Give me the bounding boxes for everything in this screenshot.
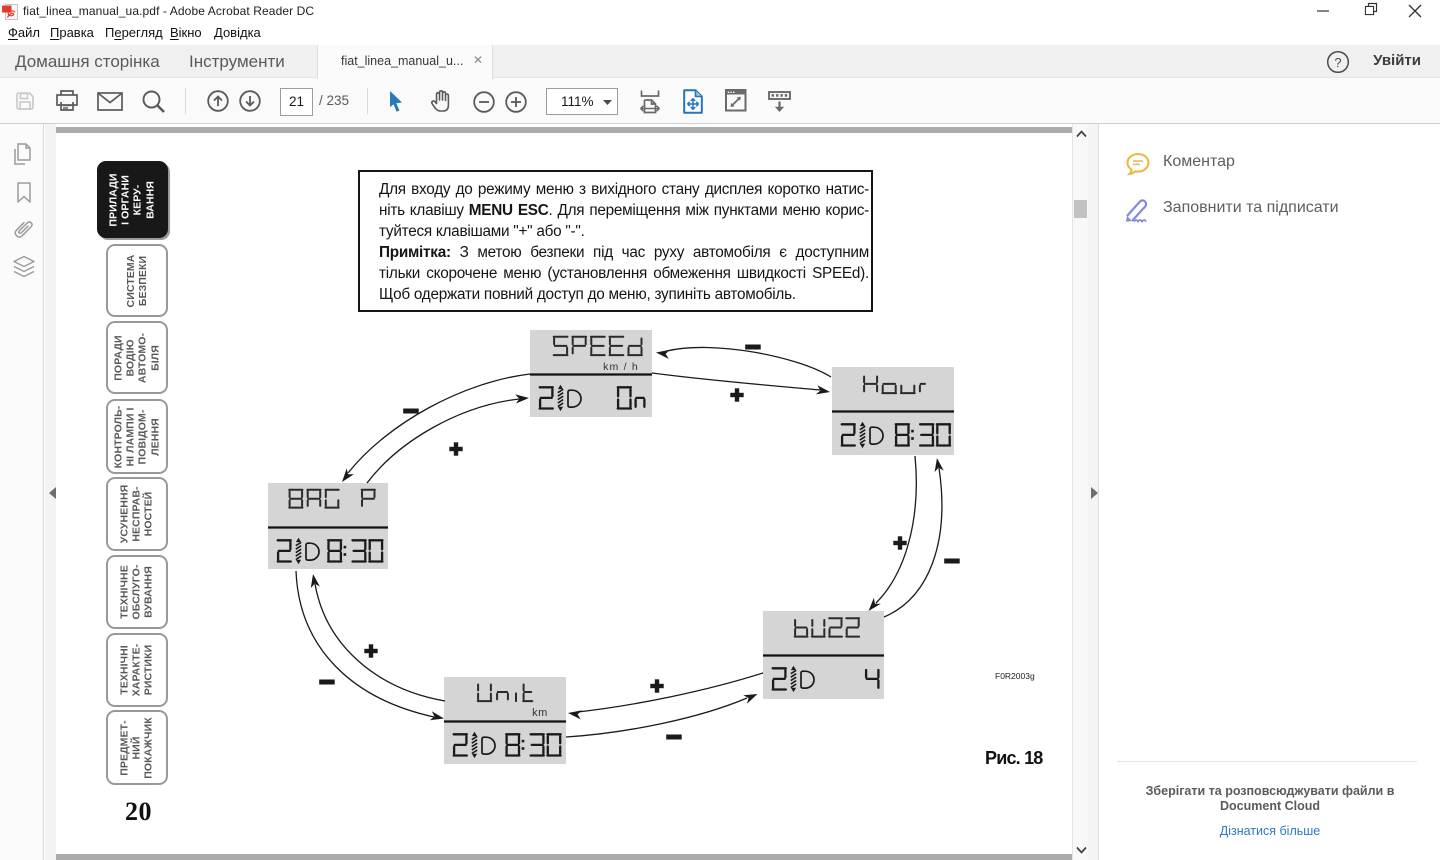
svg-text:?: ? [1334, 55, 1341, 70]
